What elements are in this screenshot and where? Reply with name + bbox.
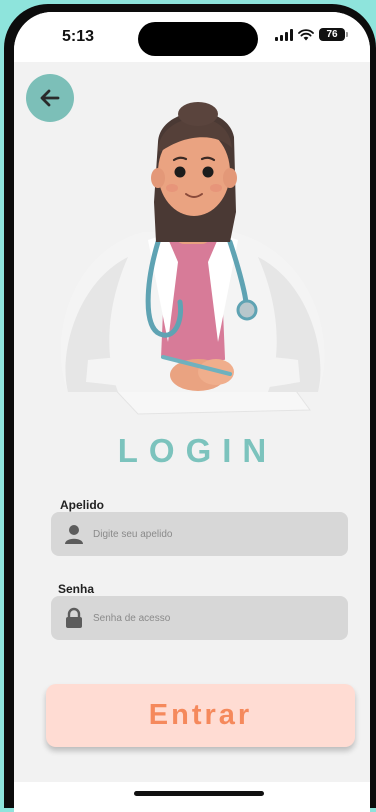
nickname-field[interactable] <box>51 511 348 557</box>
app-screen: 5:13 76 LOGIN Apelido Digite seu apelido… <box>14 12 370 812</box>
wifi-icon <box>298 28 314 40</box>
dynamic-island <box>138 22 258 56</box>
password-field[interactable] <box>51 595 348 641</box>
status-time: 5:13 <box>62 28 95 45</box>
home-indicator[interactable] <box>134 791 264 796</box>
password-input[interactable] <box>91 595 348 641</box>
nickname-label: Apelido <box>60 498 104 512</box>
status-bar: 5:13 76 <box>14 12 370 62</box>
enter-button[interactable]: Entrar <box>46 684 355 747</box>
status-icons: 76 <box>275 28 348 41</box>
nickname-input[interactable] <box>91 511 348 557</box>
signal-icon <box>275 28 293 41</box>
phone-frame: 5:13 76 LOGIN Apelido Digite seu apelido… <box>4 4 376 812</box>
doctor-illustration <box>60 102 325 415</box>
battery-icon: 76 <box>319 28 345 41</box>
page-title: LOGIN <box>117 432 278 469</box>
user-icon <box>65 525 83 544</box>
lock-icon <box>66 607 82 628</box>
battery-tip <box>346 32 348 37</box>
password-label: Senha <box>58 582 95 596</box>
